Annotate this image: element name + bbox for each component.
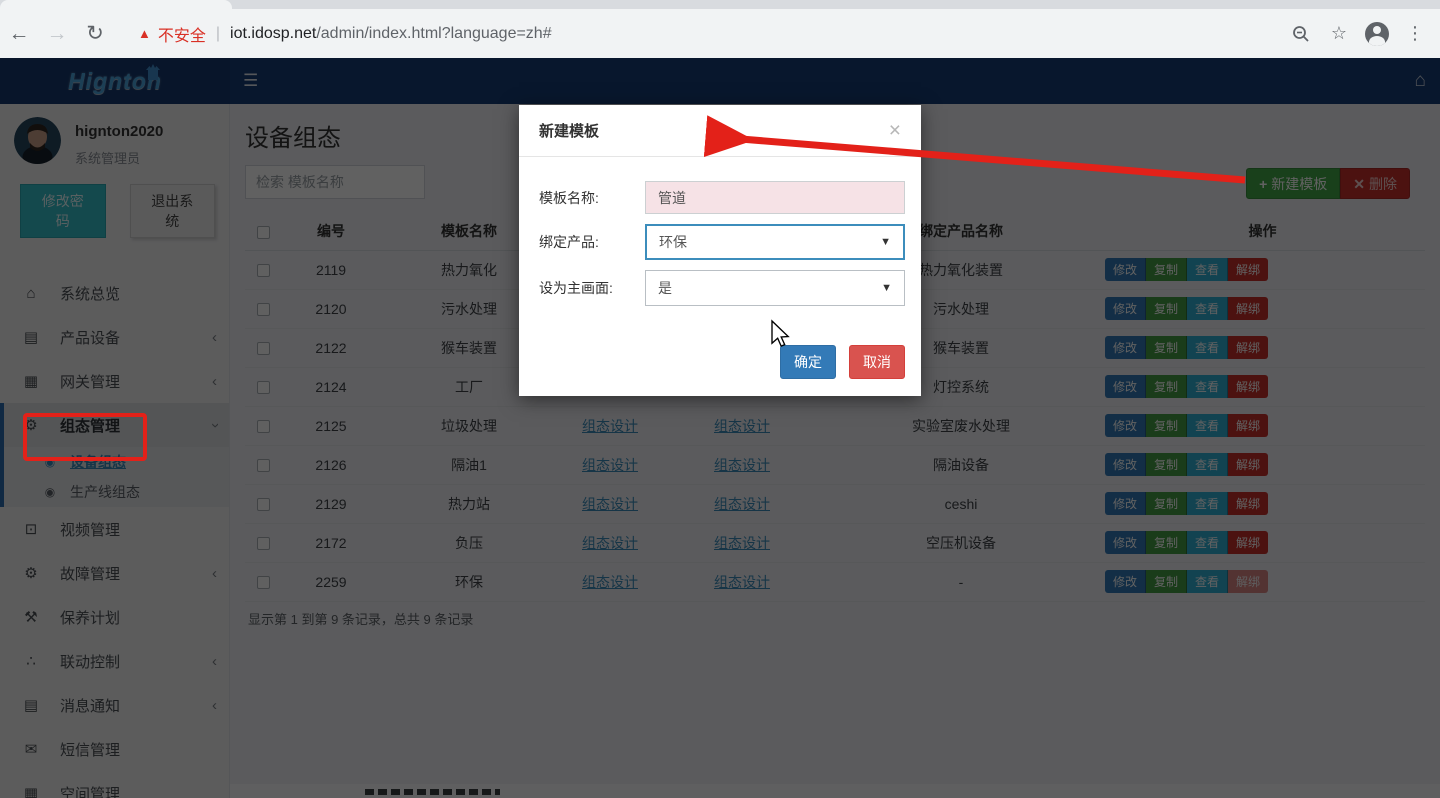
tab-strip bbox=[0, 0, 1440, 9]
browser-chrome: ← → ↻ ▲ 不安全 | iot.idosp.net /admin/index… bbox=[0, 0, 1440, 58]
reload-icon[interactable]: ↻ bbox=[76, 21, 114, 46]
bind-product-select[interactable]: 环保 ▼ bbox=[645, 224, 905, 260]
chevron-down-icon: ▼ bbox=[881, 282, 892, 294]
profile-avatar-icon[interactable] bbox=[1362, 19, 1392, 49]
app-window: Hignton ☰ ⌂ hignton2020 系统管理员 修改密码 bbox=[0, 58, 1440, 798]
main-screen-label: 设为主画面: bbox=[539, 278, 645, 298]
confirm-button[interactable]: 确定 bbox=[780, 345, 836, 379]
main-screen-select[interactable]: 是 ▼ bbox=[645, 270, 905, 306]
modal-close-icon[interactable]: × bbox=[889, 120, 901, 141]
url-divider: | bbox=[216, 25, 220, 43]
url-host: iot.idosp.net bbox=[230, 25, 316, 43]
template-name-label: 模板名称: bbox=[539, 188, 645, 208]
forward-icon: → bbox=[38, 22, 76, 46]
url-path: /admin/index.html?language=zh# bbox=[316, 25, 551, 43]
warning-triangle-icon: ▲ bbox=[138, 26, 151, 41]
cancel-button[interactable]: 取消 bbox=[849, 345, 905, 379]
browser-toolbar: ← → ↻ ▲ 不安全 | iot.idosp.net /admin/index… bbox=[0, 9, 1440, 58]
security-warning-label[interactable]: 不安全 bbox=[158, 22, 206, 46]
active-tab[interactable] bbox=[0, 0, 232, 9]
address-bar[interactable]: ▲ 不安全 | iot.idosp.net /admin/index.html?… bbox=[124, 17, 1286, 51]
template-name-input[interactable] bbox=[645, 181, 905, 214]
new-template-modal: 新建模板 × 模板名称: 绑定产品: 环保 ▼ 设为主画面: 是 ▼ bbox=[519, 105, 921, 396]
bookmark-star-icon[interactable]: ☆ bbox=[1324, 19, 1354, 49]
bind-product-label: 绑定产品: bbox=[539, 232, 645, 252]
back-icon[interactable]: ← bbox=[0, 22, 38, 46]
modal-title: 新建模板 bbox=[539, 120, 599, 141]
browser-menu-icon[interactable]: ⋮ bbox=[1400, 19, 1430, 49]
zoom-icon[interactable] bbox=[1286, 19, 1316, 49]
chevron-down-icon: ▼ bbox=[880, 236, 891, 248]
